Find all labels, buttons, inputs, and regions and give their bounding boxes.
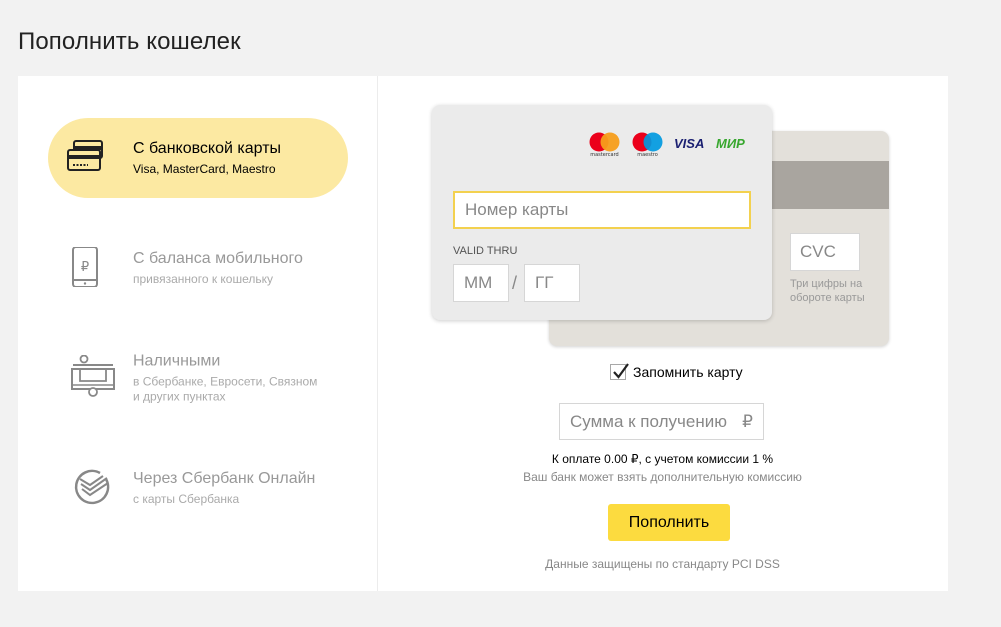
method-title: С баланса мобильного — [133, 250, 303, 267]
method-title: Через Сбербанк Онлайн — [133, 470, 316, 487]
page-title: Пополнить кошелек — [18, 28, 241, 55]
cash-terminal-icon — [70, 354, 116, 397]
maestro-logo-icon: maestro — [632, 132, 663, 158]
card-number-input[interactable] — [453, 191, 751, 229]
topup-panel: С банковской карты Visa, MasterCard, Mae… — [18, 76, 948, 591]
expiry-year-input[interactable] — [524, 264, 580, 302]
remember-card-label: Запомнить карту — [633, 364, 743, 380]
ruble-currency-icon: ₽ — [742, 412, 753, 431]
svg-text:₽: ₽ — [81, 260, 89, 275]
sberbank-icon — [72, 468, 112, 508]
bank-card-icon — [66, 138, 106, 178]
payment-total: К оплате 0.00 ₽, с учетом комиссии 1 % — [551, 452, 774, 466]
method-title: Наличными — [133, 352, 221, 370]
method-bank-card[interactable]: С банковской карты Visa, MasterCard, Mae… — [48, 118, 348, 198]
payment-methods-list: С банковской карты Visa, MasterCard, Mae… — [18, 76, 378, 591]
method-cash[interactable]: Наличными в Сбербанке, Евросети, Связном… — [48, 338, 348, 418]
card-form: Три цифры на обороте карты mastercard ma… — [379, 76, 948, 591]
checkmark-icon — [613, 363, 629, 379]
visa-logo-icon: VISA — [674, 136, 704, 151]
svg-text:maestro: maestro — [637, 152, 658, 157]
valid-thru-label: VALID THRU — [453, 245, 518, 257]
amount-placeholder: Сумма к получению — [570, 411, 727, 431]
cvc-hint: Три цифры на обороте карты — [790, 278, 865, 304]
topup-button[interactable]: Пополнить — [608, 504, 730, 541]
cvc-input[interactable] — [790, 233, 860, 271]
remember-card-checkbox[interactable] — [610, 363, 629, 380]
expiry-month-input[interactable] — [453, 264, 509, 302]
method-subtitle: Visa, MasterCard, Maestro — [133, 162, 276, 176]
method-title: С банковской карты — [133, 140, 282, 157]
method-sberbank-online[interactable]: Через Сбербанк Онлайн с карты Сбербанка — [48, 448, 348, 528]
security-note: Данные защищены по стандарту PCI DSS — [545, 557, 780, 571]
card-front: mastercard maestro VISA МИР VALID THRU / — [432, 105, 772, 320]
method-subtitle: привязанного к кошельку — [133, 272, 274, 286]
method-subtitle-line-2: и других пунктах — [133, 389, 226, 404]
remember-card[interactable]: Запомнить карту — [610, 363, 743, 380]
bank-fee-note: Ваш банк может взять дополнительную коми… — [523, 470, 802, 484]
expiry-separator: / — [512, 273, 518, 293]
mobile-ruble-icon: ₽ — [66, 246, 106, 288]
mastercard-logo-icon: mastercard — [589, 132, 620, 158]
svg-text:mastercard: mastercard — [590, 152, 618, 157]
method-subtitle-line-1: в Сбербанке, Евросети, Связном — [133, 374, 318, 389]
method-mobile-balance[interactable]: ₽ С баланса мобильного привязанного к ко… — [48, 228, 348, 308]
mir-logo-icon: МИР — [716, 136, 745, 151]
payment-system-logos: mastercard maestro VISA МИР — [588, 131, 758, 158]
amount-field[interactable]: Сумма к получению ₽ — [559, 403, 764, 440]
method-subtitle: с карты Сбербанка — [133, 492, 240, 506]
